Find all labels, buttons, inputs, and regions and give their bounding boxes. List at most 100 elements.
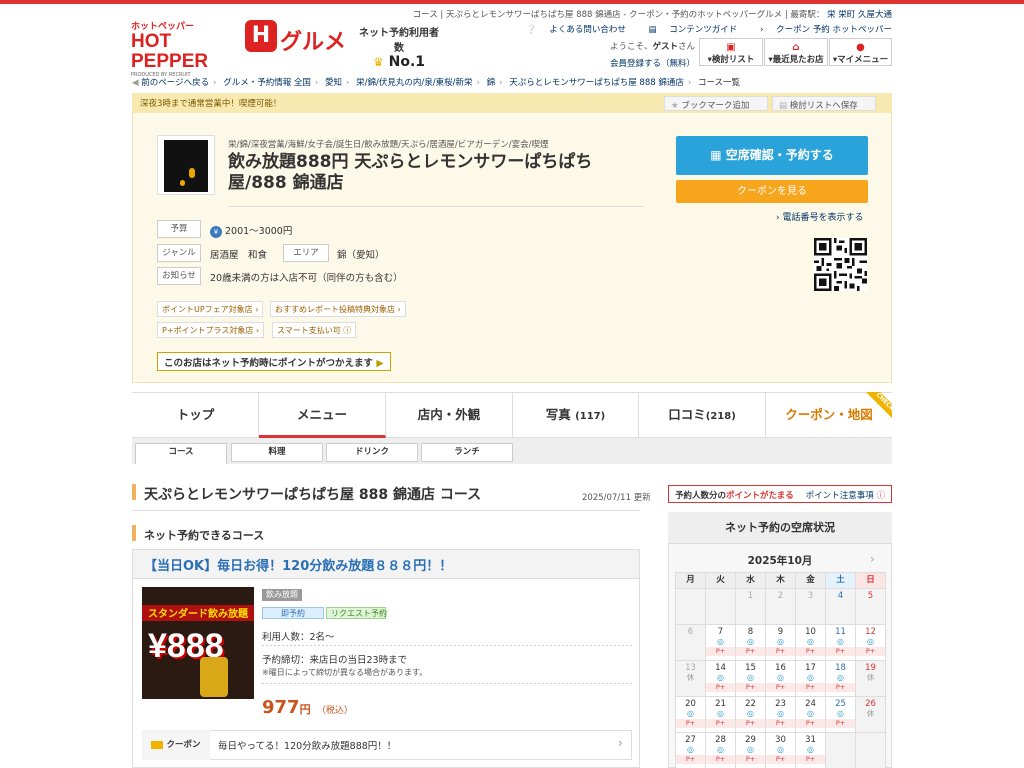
show-tel-link[interactable]: › 電話番号を表示する [776, 210, 863, 223]
calendar-day[interactable]: 14 ◎ P+ [705, 660, 736, 697]
gourmet-h-icon[interactable]: H [245, 20, 277, 52]
calendar-day[interactable]: 23 ◎ P+ [765, 696, 796, 733]
nav-my-menu[interactable]: ● ▾マイメニュー [829, 38, 892, 66]
gourmet-logo-text[interactable]: グルメ [280, 24, 346, 56]
breadcrumb-item[interactable]: 天ぷらとレモンサワーぱちぱち屋 888 錦通店 [509, 78, 684, 88]
welcome-text: ようこそ、ゲストさん [610, 40, 695, 52]
save-list-label: 検討リストへ保存 [789, 101, 858, 111]
calendar-day[interactable]: 30 ◎ P+ [765, 732, 796, 768]
point-banner[interactable]: このお店はネット予約時にポイントがつかえます ▶ [157, 352, 391, 371]
badge-label: ポイントUPフェア対象店 [162, 305, 253, 314]
course-image[interactable]: スタンダード飲み放題 ¥888 [142, 587, 254, 699]
save-list-button[interactable]: ▤ 検討リストへ保存 [772, 96, 876, 111]
calendar-day[interactable]: 27 ◎ P+ [675, 732, 706, 768]
badge-smart-pay[interactable]: スマート支払い可 ⓘ [272, 322, 357, 338]
day-number: 15 [745, 663, 756, 673]
nav-recent-shops[interactable]: ⌂ ▾最近見たお店 [764, 38, 828, 66]
nearest-stations[interactable]: 栄 栄町 久屋大通 [827, 10, 892, 20]
subtab-food[interactable]: 料理 [231, 443, 323, 462]
day-number: 7 [717, 627, 724, 637]
calendar-day[interactable]: 18 ◎ P+ [825, 660, 856, 697]
calendar-day[interactable]: 8 ◎ P+ [735, 624, 766, 661]
tab-label: クーポン・地図 [785, 407, 873, 422]
course-title[interactable]: 【当日OK】毎日お得！120分飲み放題８８８円！！ [144, 555, 452, 574]
day-number: 11 [835, 627, 846, 637]
calendar-day[interactable]: 12 ◎ P+ [855, 624, 886, 661]
area-value[interactable]: 錦（愛知） [337, 247, 385, 261]
hotpepper-logo[interactable]: ホットペッパー HOT PEPPER PRODUCED BY RECRUIT [131, 19, 241, 78]
guide-label: コンテンツガイド [669, 25, 738, 35]
nav-consider-list[interactable]: ▣ ▾検討リスト [699, 38, 763, 66]
day-number: 12 [865, 627, 876, 637]
day-number: 14 [715, 663, 726, 673]
nav-recent-label: ▾最近見たお店 [768, 55, 824, 65]
tab-top[interactable]: トップ [133, 392, 259, 438]
subtab-lunch[interactable]: ランチ [421, 443, 513, 462]
hp-reserve-link[interactable]: › クーポン 予約 ホットペッパー [750, 25, 892, 35]
shop-icon: ⌂ [792, 42, 800, 53]
breadcrumb-item[interactable]: 錦 [487, 78, 496, 88]
tab-reviews[interactable]: 口コミ(218) [639, 392, 766, 438]
coupon-button[interactable]: クーポンを見る [676, 180, 868, 203]
genre-label: ジャンル [157, 244, 201, 262]
day-number: 24 [805, 699, 816, 709]
calendar-day[interactable]: 9 ◎ P+ [765, 624, 796, 661]
breadcrumb-item[interactable]: 愛知 [325, 78, 342, 88]
calendar-day[interactable]: 21 ◎ P+ [705, 696, 736, 733]
request-reserve-pill: リクエスト予約 [326, 607, 387, 619]
tab-photos[interactable]: 写真 (117) [513, 392, 639, 438]
calendar-day[interactable]: 17 ◎ P+ [795, 660, 826, 697]
calendar-day[interactable]: 25 ◎ P+ [825, 696, 856, 733]
breadcrumb-item[interactable]: 栄/錦/伏見丸の内/泉/東桜/新栄 [356, 78, 472, 88]
point-banner-label: このお店はネット予約時にポイントがつかえます [164, 358, 374, 369]
point-plus-icon: P+ [826, 719, 855, 728]
subtab-course[interactable]: コース [135, 443, 227, 464]
calendar-day[interactable]: 24 ◎ P+ [795, 696, 826, 733]
breadcrumb-back[interactable]: 前のページへ戻る [141, 78, 209, 88]
calendar-day[interactable]: 15 ◎ P+ [735, 660, 766, 697]
available-mark: ◎ [777, 745, 784, 754]
calendar-day[interactable]: 16 ◎ P+ [765, 660, 796, 697]
calendar-day[interactable]: 10 ◎ P+ [795, 624, 826, 661]
reserve-button[interactable]: ▦ 空席確認・予約する [676, 136, 868, 175]
ticket-icon [151, 740, 164, 749]
badge-point-plus[interactable]: P+ポイントプラス対象店 › [157, 322, 265, 338]
tab-menu[interactable]: メニュー [259, 392, 386, 438]
coupon-label: クーポン [142, 730, 210, 760]
shop-thumbnail[interactable] [157, 135, 215, 195]
chevron-right-icon: › [759, 25, 764, 35]
budget-label: 予算 [157, 220, 201, 238]
nearest-label: | 最寄駅： [784, 10, 825, 20]
day-number: 3 [807, 591, 814, 601]
tab-interior[interactable]: 店内・外観 [386, 392, 513, 438]
guide-icon: ▤ [648, 25, 657, 35]
bookmark-button[interactable]: ★ ブックマーク追加 [664, 96, 768, 111]
next-month-icon[interactable]: › [870, 552, 875, 566]
point-notes-link[interactable]: ポイント注意事項 [806, 491, 874, 501]
category-pill: 飲み放題 [262, 589, 302, 601]
badge-point-up[interactable]: ポイントUPフェア対象店 › [157, 301, 264, 317]
calendar-day[interactable]: 22 ◎ P+ [735, 696, 766, 733]
faq-link[interactable]: ❔ よくある問い合わせ [516, 25, 626, 35]
course-people: 利用人数：2名～ [262, 632, 335, 643]
register-link[interactable]: 会員登録する（無料） [610, 57, 695, 69]
updated-date: 2025/07/11 更新 [582, 493, 651, 503]
badge-report[interactable]: おすすめレポート投稿特典対象店 › [270, 301, 406, 317]
breadcrumb-item[interactable]: グルメ・予約情報 全国 [223, 78, 311, 88]
day-number: 21 [715, 699, 726, 709]
calendar-day[interactable]: 29 ◎ P+ [735, 732, 766, 768]
point-plus-icon: P+ [856, 647, 885, 656]
subtab-drink[interactable]: ドリンク [326, 443, 418, 462]
hp-reserve-label: クーポン 予約 ホットペッパー [776, 25, 892, 35]
day-number: 28 [715, 735, 726, 745]
calendar-day[interactable]: 11 ◎ P+ [825, 624, 856, 661]
calendar-day[interactable]: 20 ◎ P+ [675, 696, 706, 733]
day-number: 20 [685, 699, 696, 709]
top-breadcrumb-text: コース | 天ぷらとレモンサワーぱちぱち屋 888 錦通店 - クーポン・予約の… [412, 10, 783, 20]
calendar-day[interactable]: 28 ◎ P+ [705, 732, 736, 768]
info-value: 20歳未満の方は入店不可（同伴の方も含む） [210, 273, 403, 284]
calendar-day[interactable]: 31 ◎ P+ [795, 732, 826, 768]
available-mark: ◎ [807, 709, 814, 718]
calendar-day[interactable]: 7 ◎ P+ [705, 624, 736, 661]
guide-link[interactable]: ▤ コンテンツガイド [639, 25, 738, 35]
